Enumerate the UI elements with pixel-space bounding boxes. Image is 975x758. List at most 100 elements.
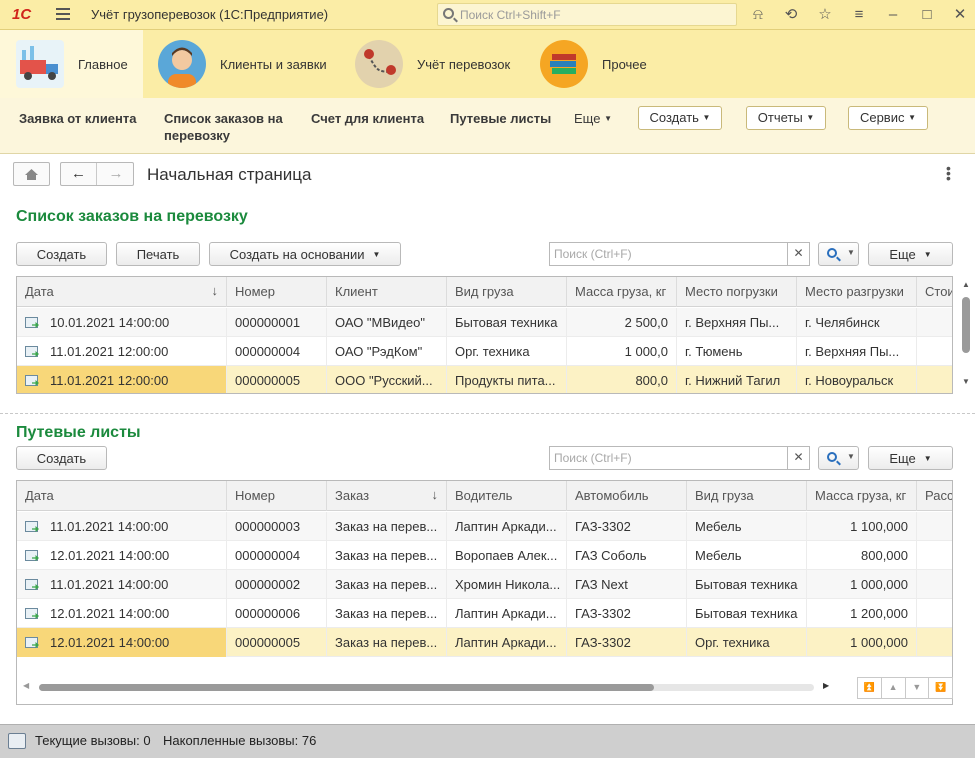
create-menu-button[interactable]: Создать ▼ (638, 106, 722, 130)
bell-icon[interactable]: ⍾ (749, 6, 767, 24)
cmd-waybills[interactable]: Путевые листы (450, 110, 551, 127)
cell-date: 11.01.2021 14:00:00 (17, 570, 227, 599)
col-vehicle[interactable]: Автомобиль (567, 481, 687, 511)
history-icon[interactable]: ⟲ (782, 6, 800, 24)
orders-create-button[interactable]: Создать (16, 242, 107, 266)
col-distance[interactable]: Расс (917, 481, 952, 511)
command-bar: Заявка от клиента Список заказов на пере… (0, 98, 975, 154)
cell-date: 12.01.2021 14:00:00 (17, 599, 227, 628)
scroll-down-icon[interactable]: ▼ (962, 377, 970, 386)
table-row[interactable]: 11.01.2021 12:00:00 000000005 ООО "Русск… (17, 366, 952, 393)
global-search-input[interactable]: Поиск Ctrl+Shift+F (437, 3, 737, 26)
scroll-thumb[interactable] (39, 684, 654, 691)
cell-date: 11.01.2021 14:00:00 (17, 512, 227, 541)
person-icon (158, 40, 206, 88)
col-driver[interactable]: Водитель (447, 481, 567, 511)
prev-page-icon[interactable]: ▲ (882, 678, 906, 698)
orders-vertical-scrollbar[interactable]: ▲ ▼ (961, 278, 971, 390)
settings-menu-icon[interactable]: ≡ (850, 6, 868, 24)
col-client[interactable]: Клиент (327, 277, 447, 307)
star-icon[interactable]: ☆ (816, 6, 834, 24)
scroll-up-icon[interactable]: ▲ (962, 280, 970, 289)
col-number[interactable]: Номер (227, 277, 327, 307)
scroll-right-icon[interactable]: ▶ (823, 681, 829, 690)
truck-icon (16, 40, 64, 88)
col-number[interactable]: Номер (227, 481, 327, 511)
table-row[interactable]: 11.01.2021 14:00:00 000000002 Заказ на п… (17, 570, 952, 599)
col-order[interactable]: Заказ ↓ (327, 481, 447, 511)
table-row[interactable]: 12.01.2021 14:00:00 000000006 Заказ на п… (17, 599, 952, 628)
scroll-thumb[interactable] (962, 297, 970, 353)
section-transport[interactable]: Учёт перевозок (355, 30, 510, 98)
orders-search-input[interactable]: Поиск (Ctrl+F) ✕ (549, 242, 810, 266)
maximize-icon[interactable]: □ (918, 6, 936, 24)
scroll-left-icon[interactable]: ◀ (23, 681, 29, 690)
orders-search-placeholder: Поиск (Ctrl+F) (554, 247, 632, 261)
col-cargo-type[interactable]: Вид груза (447, 277, 567, 307)
back-arrow-icon[interactable]: ← (61, 163, 97, 185)
cmd-orders-list[interactable]: Список заказов на перевозку (164, 110, 294, 144)
section-main[interactable]: Главное (0, 30, 143, 98)
col-date[interactable]: Дата ↓ (17, 277, 227, 307)
section-transport-label: Учёт перевозок (417, 56, 511, 72)
next-page-icon[interactable]: ▼ (906, 678, 930, 698)
sort-down-icon: ↓ (211, 283, 219, 298)
col-load-place[interactable]: Место погрузки (677, 277, 797, 307)
orders-create-basis-button[interactable]: Создать на основании ▼ (209, 242, 401, 266)
col-weight[interactable]: Масса груза, кг (807, 481, 917, 511)
orders-print-button[interactable]: Печать (116, 242, 200, 266)
cmd-client-invoice[interactable]: Счет для клиента (311, 110, 424, 127)
route-icon (355, 40, 403, 88)
col-unload-place[interactable]: Место разгрузки (797, 277, 917, 307)
section-main-label: Главное (78, 56, 128, 72)
col-cost[interactable]: Стои (917, 277, 952, 307)
waybills-search-button[interactable]: ▼ (818, 446, 859, 470)
group-divider (0, 413, 975, 414)
clear-icon[interactable]: ✕ (787, 446, 809, 470)
section-other[interactable]: Прочее (540, 30, 647, 98)
forward-arrow-icon[interactable]: → (98, 163, 134, 185)
col-weight[interactable]: Масса груза, кг (567, 277, 677, 307)
home-button[interactable] (13, 162, 50, 186)
chevron-down-icon: ▼ (806, 113, 815, 122)
more-vertical-icon[interactable]: • • • (946, 161, 951, 185)
waybills-search-input[interactable]: Поиск (Ctrl+F) ✕ (549, 446, 810, 470)
cmd-client-request[interactable]: Заявка от клиента (19, 110, 137, 127)
waybills-table-header: Дата Номер Заказ ↓ Водитель Автомобиль Ви… (17, 481, 952, 511)
service-menu-button[interactable]: Сервис ▼ (848, 106, 928, 130)
cell-weight: 800,0 (567, 366, 677, 393)
cmd-more[interactable]: Еще ▼ (574, 110, 612, 127)
cell-weight: 1 100,000 (807, 512, 917, 541)
cell-date: 11.01.2021 12:00:00 (17, 366, 227, 393)
last-page-icon[interactable]: ⏬ (929, 678, 952, 698)
chevron-down-icon: ▼ (702, 113, 711, 122)
orders-more-button[interactable]: Еще ▼ (868, 242, 953, 266)
performance-icon[interactable] (8, 733, 26, 749)
table-row[interactable]: 11.01.2021 14:00:00 000000003 Заказ на п… (17, 512, 952, 541)
chevron-down-icon: ▼ (923, 454, 932, 463)
cell-number: 000000006 (227, 599, 327, 628)
first-page-icon[interactable]: ⏫ (858, 678, 882, 698)
clear-icon[interactable]: ✕ (787, 242, 809, 266)
chevron-down-icon: ▼ (908, 113, 917, 122)
waybills-more-button[interactable]: Еще ▼ (868, 446, 953, 470)
waybills-create-button[interactable]: Создать (16, 446, 107, 470)
col-date[interactable]: Дата (17, 481, 227, 511)
section-clients[interactable]: Клиенты и заявки (158, 30, 327, 98)
close-icon[interactable]: ✕ (951, 6, 969, 24)
main-menu-icon[interactable] (56, 8, 70, 20)
cell-order: Заказ на перев... (327, 512, 447, 541)
col-cargo-type[interactable]: Вид груза (687, 481, 807, 511)
cell-cargo-type: Орг. техника (687, 628, 807, 657)
minimize-icon[interactable]: – (884, 6, 902, 24)
table-row[interactable]: 11.01.2021 12:00:00 000000004 ОАО "РэдКо… (17, 337, 952, 366)
orders-search-button[interactable]: ▼ (818, 242, 859, 266)
document-icon (25, 317, 38, 328)
table-row[interactable]: 12.01.2021 14:00:00 000000005 Заказ на п… (17, 628, 952, 657)
cell-cargo-type: Орг. техника (447, 337, 567, 366)
waybills-horizontal-scrollbar[interactable]: ◀ ▶ (17, 680, 833, 694)
cell-load-place: г. Нижний Тагил (677, 366, 797, 393)
reports-menu-button[interactable]: Отчеты ▼ (746, 106, 826, 130)
table-row[interactable]: 10.01.2021 14:00:00 000000001 ОАО "МВиде… (17, 308, 952, 337)
table-row[interactable]: 12.01.2021 14:00:00 000000004 Заказ на п… (17, 541, 952, 570)
